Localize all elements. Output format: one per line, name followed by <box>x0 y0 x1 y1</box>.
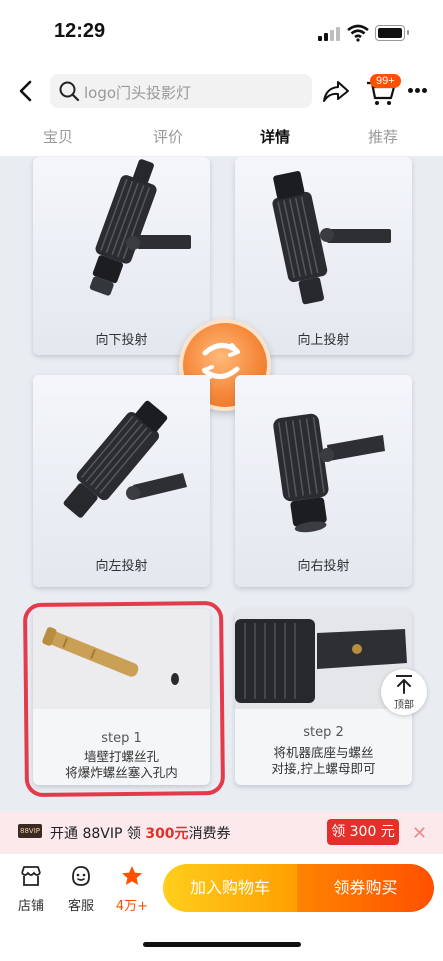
status-time: 12:29 <box>54 20 106 42</box>
step-label: step 2 <box>303 725 344 740</box>
favorite-count: 4万+ <box>115 899 149 914</box>
tab-recommend[interactable]: 推荐 <box>353 126 413 147</box>
shop-label: 店铺 <box>17 899 44 914</box>
more-icon[interactable] <box>408 88 428 94</box>
vip-amount: 300元 <box>145 826 189 842</box>
back-to-top-label: 顶部 <box>394 700 414 711</box>
search-bar[interactable]: logo门头投影灯 <box>50 74 312 108</box>
back-arrow-icon[interactable] <box>14 76 40 106</box>
vip-text: 开通 88VIP 领 300元消费券 <box>50 823 231 843</box>
store-icon <box>21 866 41 886</box>
projection-card-right: 向右投射 <box>235 375 412 587</box>
search-placeholder: logo门头投影灯 <box>84 84 192 102</box>
search-icon <box>59 81 80 102</box>
tab-reviews[interactable]: 评价 <box>138 126 198 147</box>
projector-image <box>273 413 385 533</box>
signal-icon <box>318 27 342 41</box>
back-to-top-button[interactable]: 顶部 <box>381 669 427 715</box>
step-desc-line1: 将机器底座与螺丝 <box>273 745 374 760</box>
favorite-button[interactable]: 4万+ <box>110 864 154 914</box>
buy-button[interactable]: 领券购买 <box>297 864 434 912</box>
tab-details[interactable]: 详情 <box>245 126 305 147</box>
shop-button[interactable]: 店铺 <box>9 864 53 914</box>
vip-text-suffix: 消费券 <box>188 826 231 842</box>
service-button[interactable]: 客服 <box>59 864 103 914</box>
wifi-icon <box>347 24 369 42</box>
status-bar: 12:29 <box>0 0 443 62</box>
card-caption: 向左投射 <box>95 559 148 574</box>
projection-card-left: 向左投射 <box>33 375 210 587</box>
service-icon <box>72 866 90 886</box>
battery-icon <box>375 25 409 41</box>
detail-tabs: 宝贝 评价 详情 推荐 <box>0 120 443 157</box>
bottom-action-bar: 店铺 客服 4万+ 加入购物车 领券购买 <box>0 853 443 961</box>
close-icon[interactable]: ✕ <box>412 823 427 844</box>
projector-image <box>63 400 187 518</box>
vip-text-prefix: 开通 88VIP 领 <box>50 826 146 842</box>
vip-tag: 88VIP <box>18 824 42 838</box>
home-indicator <box>143 942 301 947</box>
tab-product[interactable]: 宝贝 <box>28 126 88 147</box>
projector-image <box>89 159 191 296</box>
detail-content: 向下投射 向上投射 向左投射 向右投射 step 1 墙壁打螺丝孔 将爆炸螺丝塞… <box>0 157 443 853</box>
projection-card-up: 向上投射 <box>235 157 412 355</box>
arrow-up-icon <box>396 675 412 694</box>
projector-image <box>272 171 391 305</box>
share-icon[interactable] <box>320 75 352 107</box>
star-icon <box>122 866 142 885</box>
vip-banner[interactable]: 88VIP 开通 88VIP 领 300元消费券 领 300 元 ✕ <box>0 812 443 853</box>
card-caption: 向右投射 <box>297 559 350 574</box>
top-nav: logo门头投影灯 99+ <box>0 62 443 120</box>
step-desc-line2: 对接,拧上螺母即可 <box>271 761 376 776</box>
service-label: 客服 <box>67 899 94 914</box>
cart-badge: 99+ <box>370 74 401 88</box>
highlight-outline <box>22 600 226 798</box>
add-to-cart-button[interactable]: 加入购物车 <box>163 864 297 912</box>
claim-coupon-button[interactable]: 领 300 元 <box>327 819 399 845</box>
